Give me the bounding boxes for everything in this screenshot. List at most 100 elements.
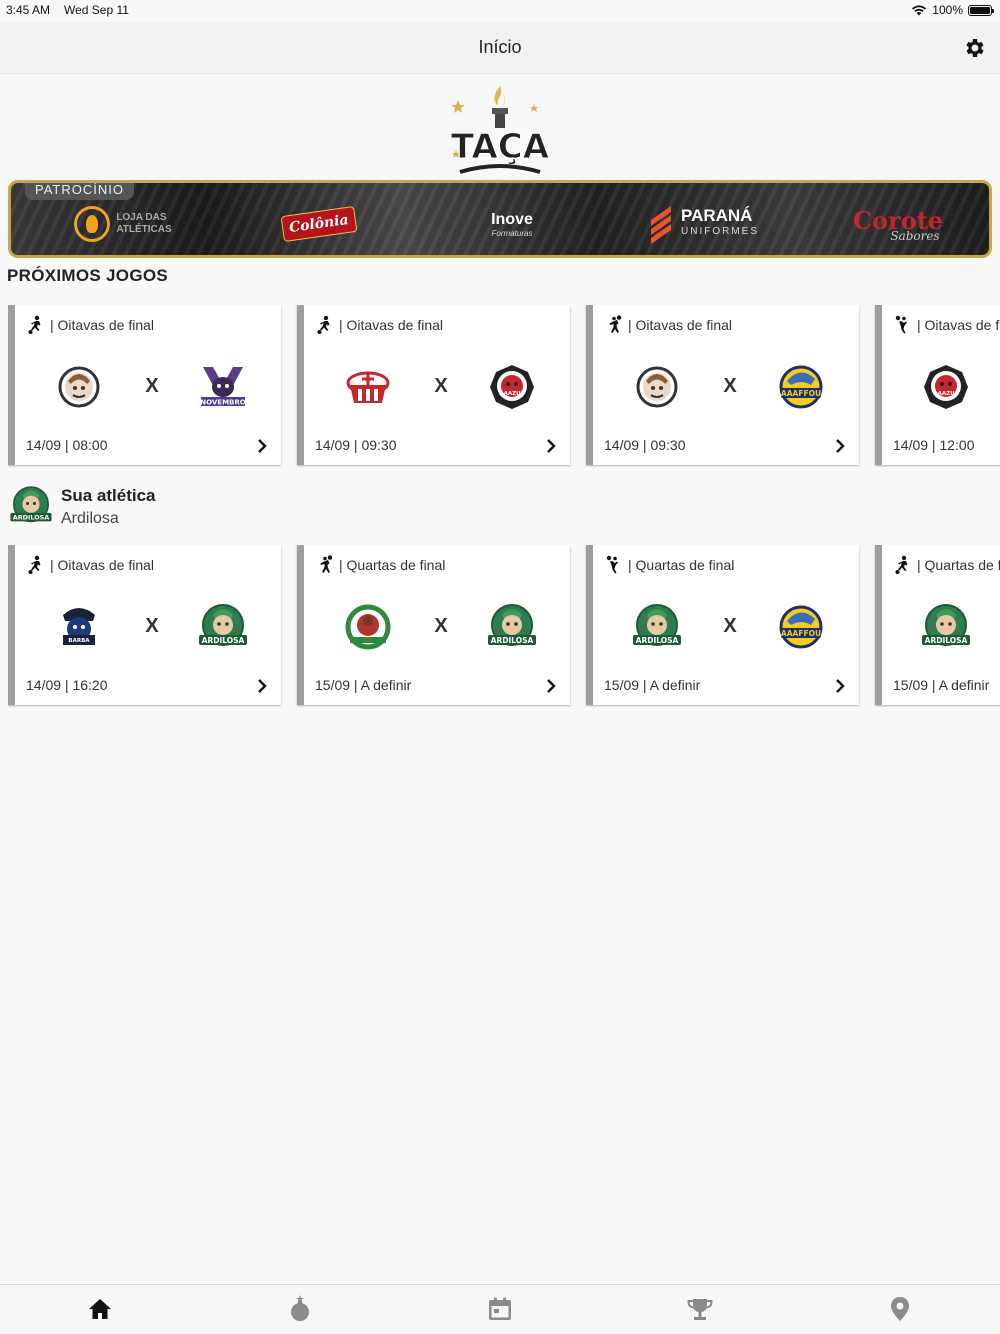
team-logo-aaaffou [773,599,829,655]
game-card[interactable]: | Quartas de final X 15/09 | A definir [875,545,1000,705]
game-card-header: | Oitavas de final [26,315,154,335]
handball-icon [604,315,624,335]
team-logo-ardilosa [918,599,974,655]
chevron-right-icon [833,438,847,454]
game-card-header: | Quartas de final [315,555,445,575]
game-card[interactable]: | Oitavas de final X 14/09 | 08:00 [8,305,281,465]
game-date: 14/09 | 16:20 [26,677,108,693]
volleyball-icon [604,555,624,575]
team-logo-ardilosa [629,599,685,655]
sponsor-banner[interactable]: PATROCÍNIO LOJA DAS ATLÉTICAS Colônia In… [8,180,992,258]
game-teams: X [340,359,540,415]
wifi-icon [912,5,927,16]
proximos-jogos-carousel[interactable]: | Oitavas de final X 14/09 | 08:00 | Oit… [8,305,1000,467]
sponsor-colonia-text: Colônia [280,205,358,243]
game-phase: | Quartas de final [339,557,446,573]
game-date: 14/09 | 12:00 [893,437,975,453]
game-card-header: | Oitavas de final [315,315,443,335]
battery-percent: 100% [932,3,963,17]
game-card[interactable]: | Oitavas de final X 14/09 | 09:30 [586,305,859,465]
sponsor-corote-sub: Sabores [890,228,940,243]
soccer-icon [315,315,335,335]
team-logo-pirate [51,599,107,655]
page-title: Início [478,37,522,57]
game-card-header: | Quartas de final [893,555,1000,575]
game-card-header: | Oitavas de final [604,315,732,335]
game-phase: | Oitavas de final [628,317,733,333]
team-logo-gladiator [629,359,685,415]
soccer-icon [893,555,913,575]
handball-icon [315,555,335,575]
sponsor-parana-text: PARANÁ UNIFORMES [681,206,759,237]
team-logo-gladiator [51,359,107,415]
game-card[interactable]: | Oitavas de final X 14/09 | 09:30 [297,305,570,465]
chevron-right-icon [833,678,847,694]
sponsor-label: PATROCÍNIO [25,183,134,200]
sponsor-inove-sub: Formaturas [491,228,533,238]
sponsor-inove[interactable]: Inove Formaturas [477,199,547,249]
chevron-right-icon [255,678,269,694]
sua-atletica-header: Sua atlética Ardilosa [7,482,307,532]
navigation-bar: Início [0,22,1000,74]
volleyball-icon [893,315,913,335]
sponsor-corote[interactable]: Corote Sabores [843,199,953,249]
versus-label: X [723,375,737,397]
calendar-icon[interactable] [486,1295,514,1323]
proximos-jogos-title: PRÓXIMOS JOGOS [7,266,169,285]
game-teams: X [918,599,1000,655]
game-teams: X [629,359,829,415]
game-card-header: | Quartas de final [604,555,734,575]
status-bar: 3:45 AM Wed Sep 11 100% [0,0,1000,22]
sponsor-loja-das-atleticas[interactable]: LOJA DAS ATLÉTICAS [63,199,183,249]
game-card[interactable]: | Quartas de final X 15/09 | A definir [297,545,570,705]
status-right: 100% [911,3,994,17]
soccer-icon [26,555,46,575]
home-icon[interactable] [86,1295,114,1323]
parana-mark-icon [649,205,675,245]
game-card[interactable]: | Oitavas de final X 14/09 | 16:20 [8,545,281,705]
game-teams: X [340,599,540,655]
versus-label: X [434,375,448,397]
chevron-right-icon [544,438,558,454]
settings-gear-icon[interactable] [962,36,986,60]
chevron-right-icon [544,678,558,694]
sua-atletica-title: Sua atlética [61,486,156,505]
trophy-icon[interactable] [686,1295,714,1323]
team-logo-green-ring [340,599,396,655]
game-card[interactable]: | Quartas de final X 15/09 | A definir [586,545,859,705]
bomb-icon[interactable] [286,1295,314,1323]
versus-label: X [723,615,737,637]
game-card[interactable]: | Oitavas de final X 14/09 | 12:00 [875,305,1000,465]
game-phase: | Oitavas de final [50,557,155,573]
soccer-icon [26,315,46,335]
game-teams: X [51,599,251,655]
sponsor-colonia[interactable]: Colônia [279,199,359,249]
team-logo-aaaffou [773,359,829,415]
chevron-right-icon [255,438,269,454]
team-logo-aaazuc [484,359,540,415]
game-phase: | Oitavas de final [917,317,1000,333]
status-date: Wed Sep 11 [64,3,129,17]
game-date: 15/09 | A definir [315,677,412,693]
game-teams: X [51,359,251,415]
tab-bar [0,1284,1000,1334]
versus-label: X [434,615,448,637]
game-phase: | Quartas de final [917,557,1000,573]
sponsor-loja-text: LOJA DAS ATLÉTICAS [116,212,172,235]
ardilosa-logo [7,482,55,530]
location-pin-icon[interactable] [886,1295,914,1323]
game-date: 14/09 | 09:30 [604,437,686,453]
game-date: 14/09 | 09:30 [315,437,397,453]
team-logo-novembro [195,359,251,415]
game-teams: X [918,359,1000,415]
sua-atletica-carousel[interactable]: | Oitavas de final X 14/09 | 16:20 | Qua… [8,545,1000,707]
battery-icon [968,4,994,16]
sponsor-inove-text: Inove [491,210,533,228]
game-teams: X [629,599,829,655]
game-date: 15/09 | A definir [893,677,990,693]
game-phase: | Quartas de final [628,557,735,573]
sponsor-parana-uniformes[interactable]: PARANÁ UNIFORMES [639,199,769,249]
versus-label: X [145,615,159,637]
status-time: 3:45 AM [6,3,51,17]
taca-logo: TAÇA [450,86,550,174]
